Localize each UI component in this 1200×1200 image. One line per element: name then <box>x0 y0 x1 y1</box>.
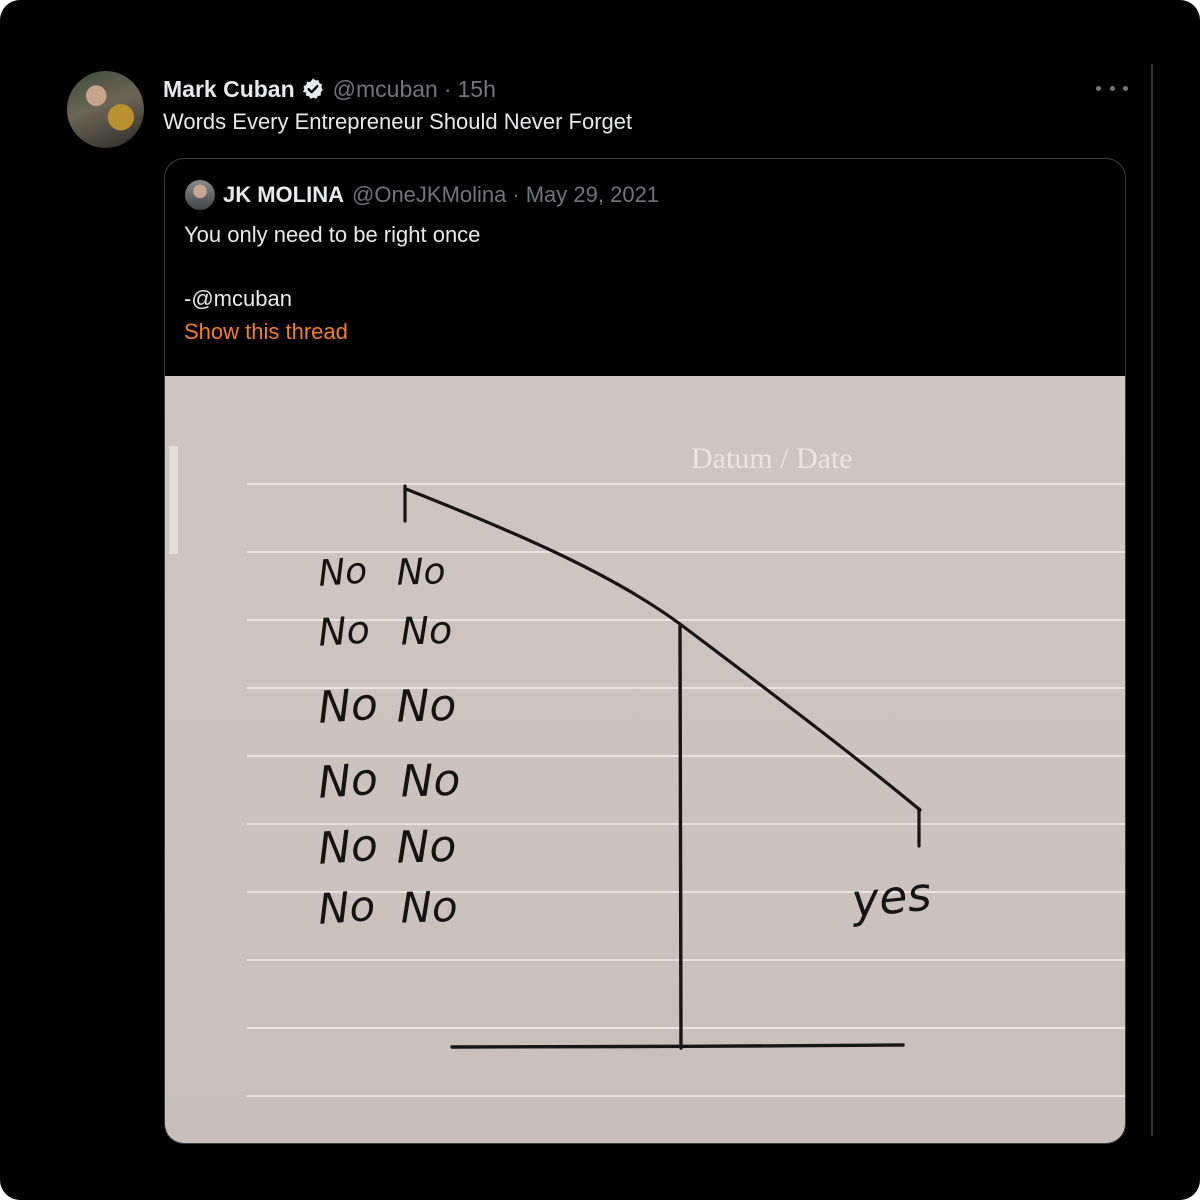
paper-header-text: Datum / Date <box>691 442 853 475</box>
tweet-header: Mark Cuban @mcuban · 15h <box>163 72 496 106</box>
yes-word: yes <box>847 866 934 928</box>
tweet-time[interactable]: 15h <box>458 76 496 103</box>
more-dot <box>1096 85 1101 91</box>
paper-edge <box>169 446 178 554</box>
no-word: No <box>396 551 446 594</box>
quoted-author-name[interactable]: JK MOLINA <box>223 182 344 208</box>
no-word: No <box>316 679 379 734</box>
quoted-author-handle[interactable]: @OneJKMolina <box>352 182 506 208</box>
author-avatar[interactable] <box>67 71 144 148</box>
author-name[interactable]: Mark Cuban <box>163 76 295 103</box>
no-word: No <box>396 680 458 733</box>
no-word: No <box>400 608 453 654</box>
no-word: No <box>316 820 379 875</box>
no-word: No <box>317 607 372 654</box>
no-word: No <box>317 550 369 594</box>
no-word: No <box>316 754 379 809</box>
more-options-icon[interactable] <box>1096 76 1128 100</box>
tweet-text: Words Every Entrepreneur Should Never Fo… <box>163 109 633 134</box>
meta-separator: · <box>443 75 452 102</box>
no-word: No <box>316 881 376 934</box>
quoted-tweet-date[interactable]: May 29, 2021 <box>526 182 659 208</box>
no-word: No <box>396 821 458 874</box>
quoted-tweet-header: JK MOLINA @OneJKMolina · May 29, 2021 <box>223 179 659 211</box>
verified-badge-icon <box>302 78 323 99</box>
base-line <box>450 1043 905 1049</box>
tweet-screenshot: Mark Cuban @mcuban · 15h Words Every Ent… <box>0 0 1200 1200</box>
more-dot <box>1109 85 1115 91</box>
quoted-author-avatar[interactable] <box>185 180 215 210</box>
quoted-tweet-image[interactable]: Datum / Date No No No No No No No No No No No No ye… <box>165 376 1125 1143</box>
no-word: No <box>400 882 459 933</box>
quoted-meta-separator: · <box>512 182 520 207</box>
timeline-divider <box>1151 64 1153 1136</box>
vertical-post <box>678 624 683 1050</box>
quoted-tweet-text: You only need to be right once -@mcuban <box>184 222 481 311</box>
notebook-drawing: Datum / Date No No No No No No No No No No No No ye… <box>169 442 1125 1097</box>
quoted-tweet-card[interactable]: JK MOLINA @OneJKMolina · May 29, 2021 Yo… <box>164 158 1126 1144</box>
no-word: No <box>400 755 462 808</box>
more-dot <box>1123 85 1128 91</box>
show-thread-link[interactable]: Show this thread <box>184 319 348 345</box>
author-handle[interactable]: @mcuban <box>333 76 438 103</box>
